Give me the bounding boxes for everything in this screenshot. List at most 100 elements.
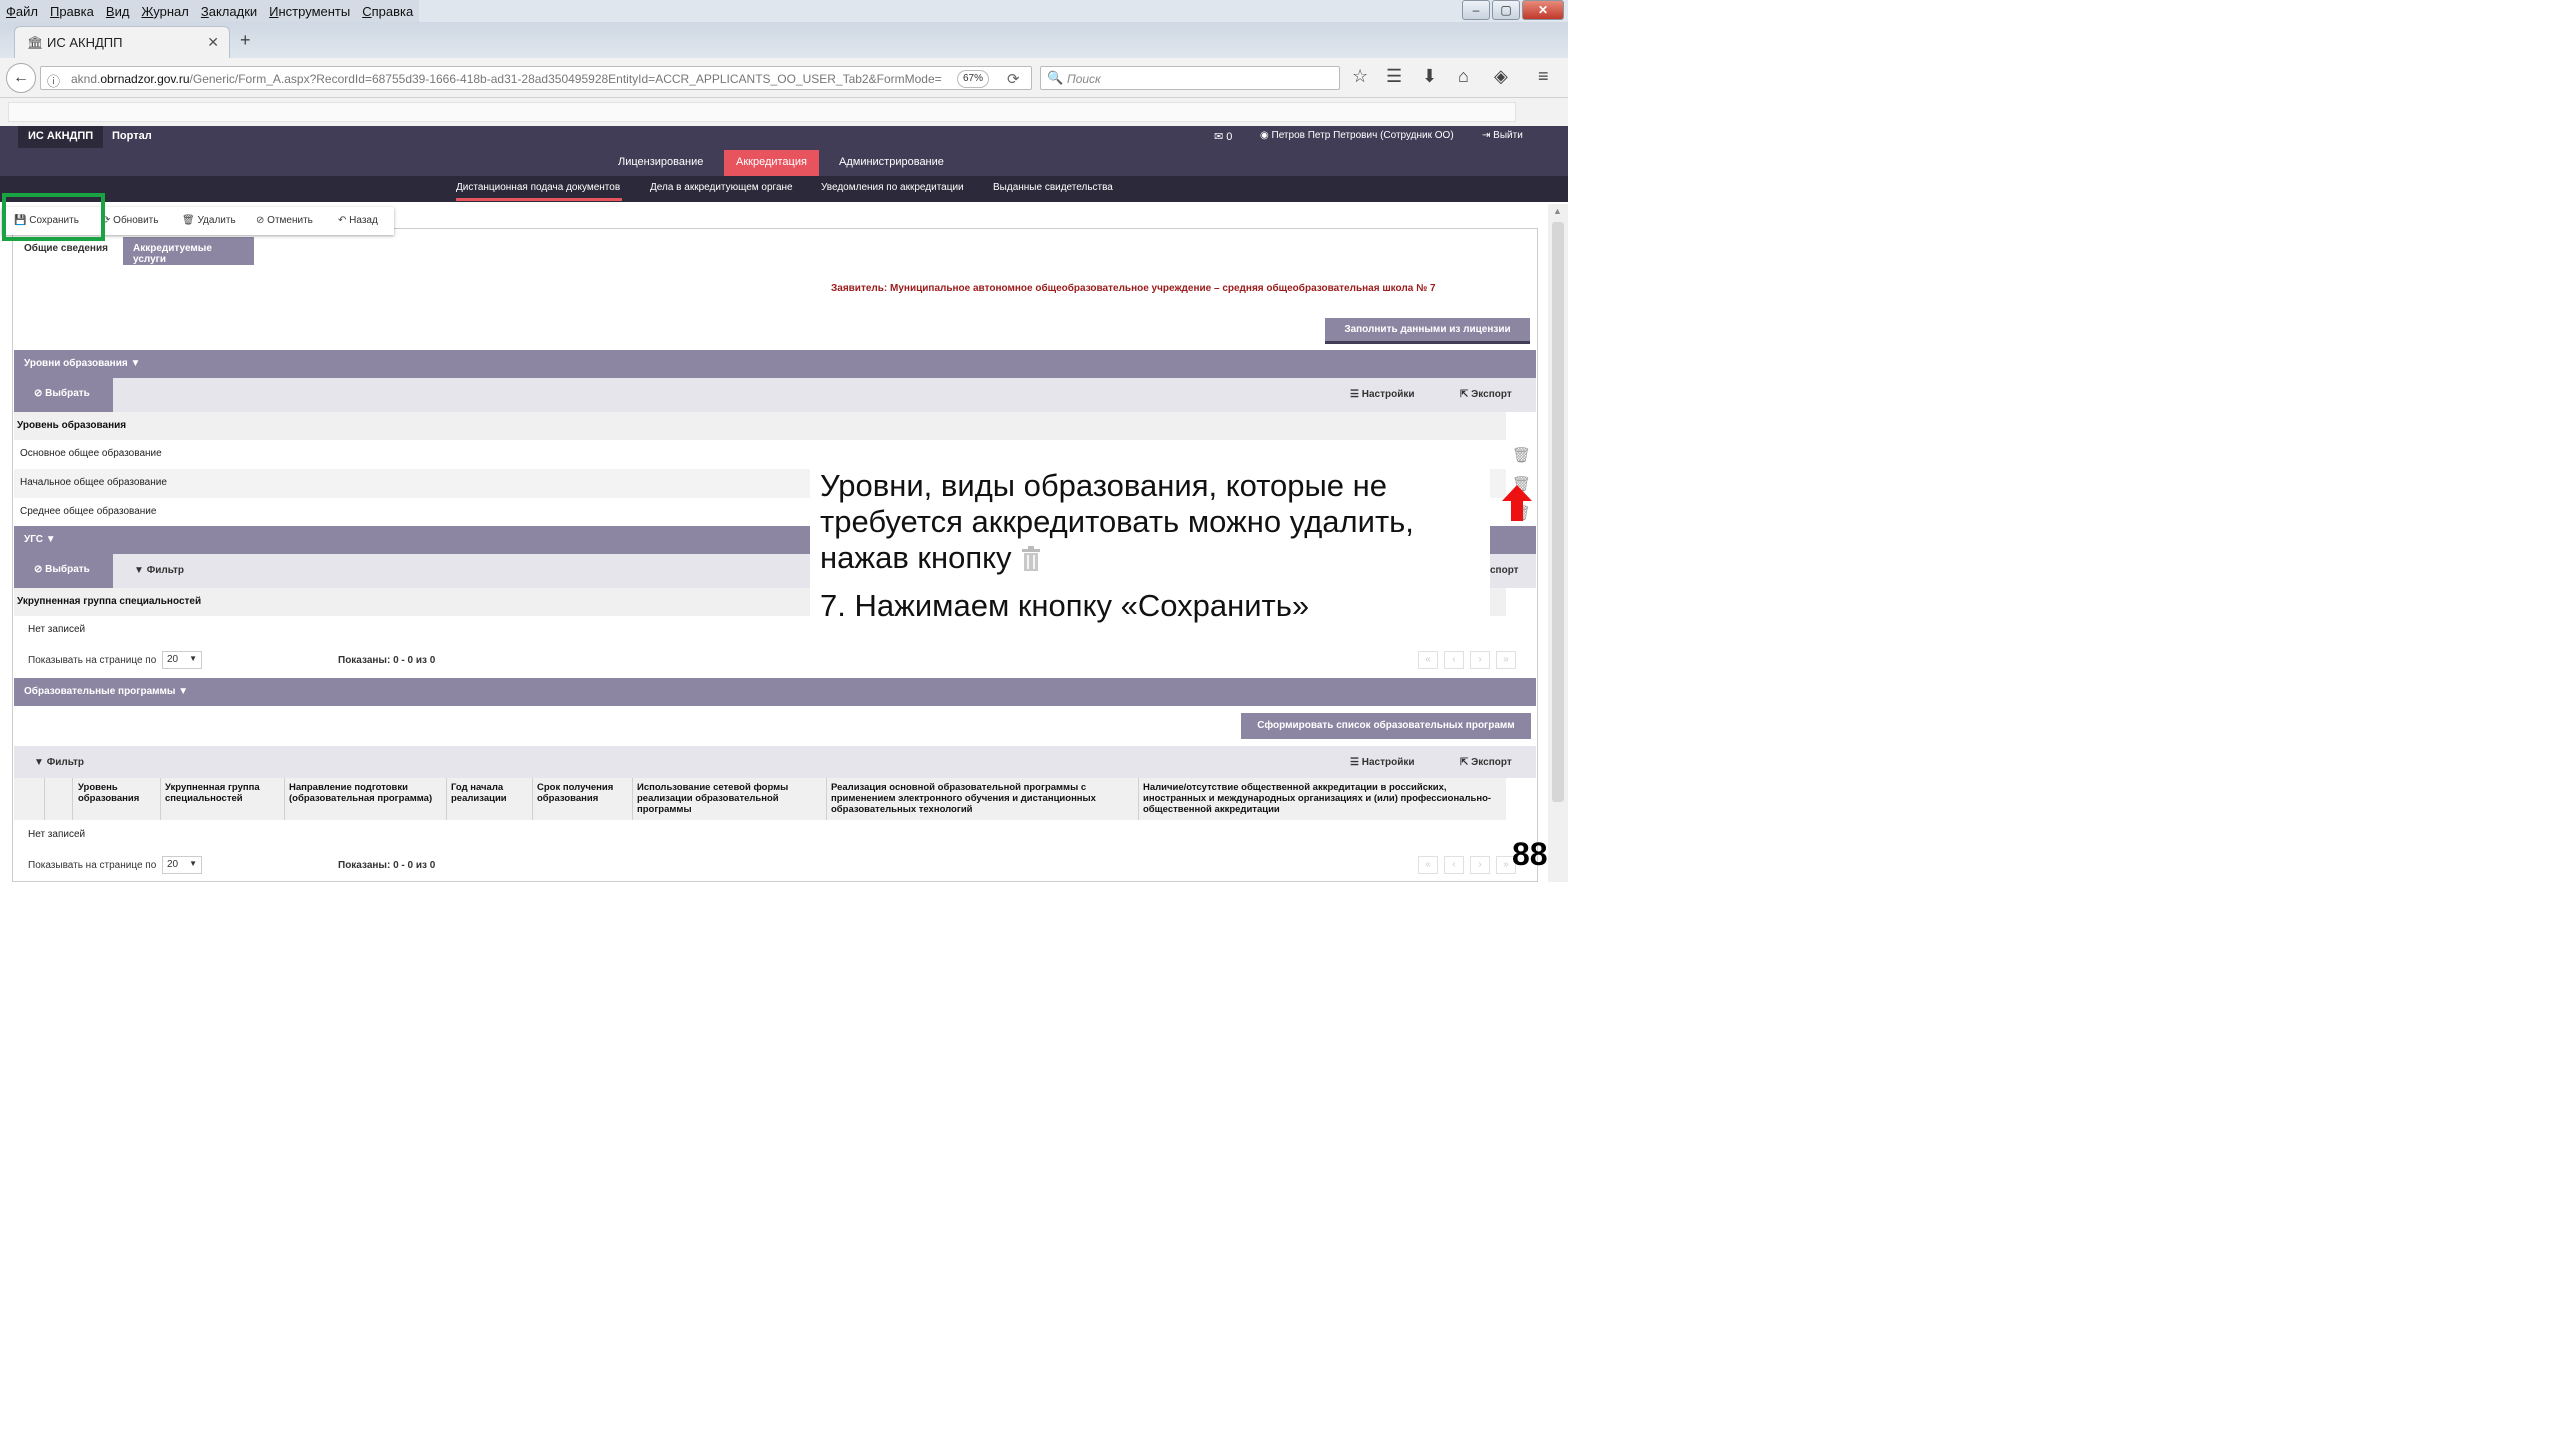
save-highlight-box [2, 193, 105, 241]
per-page-value: 20 [167, 859, 179, 870]
download-icon[interactable]: ⬇ [1422, 66, 1437, 87]
menu-view[interactable]: Вид [100, 0, 136, 19]
brand-logo[interactable]: ИС АКНДПП [18, 126, 104, 148]
zoom-indicator[interactable]: 67% [957, 70, 989, 88]
star-icon[interactable]: ☆ [1352, 66, 1368, 87]
last-page-icon[interactable]: » [1496, 651, 1516, 669]
pager-buttons[interactable]: «‹ ›» [1412, 856, 1516, 874]
col-start-year[interactable]: Год начала реализации [451, 782, 527, 804]
search-input[interactable]: 🔍 Поиск [1040, 66, 1340, 90]
filter-icon: ▼ [34, 757, 44, 768]
site-icon: 🏛 [27, 35, 44, 50]
cancel-icon: ⊘ [256, 215, 265, 226]
browser-tab[interactable]: 🏛 ИС АКНДПП ✕ [14, 26, 230, 58]
prev-page-icon[interactable]: ‹ [1444, 856, 1464, 874]
info-icon[interactable]: ⓘ [47, 71, 60, 90]
new-tab-icon[interactable]: + [240, 30, 251, 51]
scrollbar[interactable]: ▲ [1548, 204, 1568, 882]
col-duration[interactable]: Срок получения образования [537, 782, 627, 804]
delete-label: Удалить [197, 215, 236, 226]
search-placeholder: Поиск [1067, 72, 1101, 86]
col-public-accreditation[interactable]: Наличие/отсутствие общественной аккредит… [1143, 782, 1503, 815]
per-page-select[interactable]: 20 ▼ [162, 651, 202, 669]
tab-general-info[interactable]: Общие сведения [16, 237, 116, 265]
back-label: Назад [349, 215, 378, 226]
url-bar[interactable]: ⓘ aknd.obrnadzor.gov.ru/Generic/Form_A.a… [40, 66, 1032, 90]
col-e-learning[interactable]: Реализация основной образовательной прог… [831, 782, 1133, 815]
ugs-select-button[interactable]: ⊘ Выбрать [14, 554, 113, 588]
minimize-button[interactable]: – [1462, 0, 1490, 20]
portal-link[interactable]: Портал [112, 130, 152, 142]
column-divider [1138, 778, 1139, 820]
pocket-icon[interactable]: ◈ [1494, 66, 1508, 87]
column-divider [44, 778, 45, 820]
menu-file[interactable]: Файл [0, 0, 44, 19]
levels-section-header[interactable]: Уровни образования ▼ [14, 350, 1536, 378]
col-ugs[interactable]: Укрупненная группа специальностей [165, 782, 281, 804]
ugs-filter-button[interactable]: ▼ Фильтр [134, 565, 184, 576]
shown-count: Показаны: 0 - 0 из 0 [338, 860, 436, 871]
user-menu[interactable]: ◉ Петров Петр Петрович (Сотрудник ОО) [1260, 130, 1454, 141]
levels-column-header[interactable]: Уровень образования [14, 412, 1506, 440]
tab-accredited-services[interactable]: Аккредитуемые услуги [123, 237, 254, 265]
home-icon[interactable]: ⌂ [1458, 66, 1469, 87]
callout-step: 7. Нажимаем кнопку «Сохранить» [820, 588, 1310, 623]
levels-export-button[interactable]: ⇱ Экспорт [1460, 389, 1512, 400]
programs-export-button[interactable]: ⇱ Экспорт [1460, 757, 1512, 768]
menu-edit[interactable]: Правка [44, 0, 100, 19]
levels-export-label: Экспорт [1471, 389, 1512, 400]
select-arrow-icon: ▼ [189, 654, 197, 663]
reload-icon[interactable]: ⟳ [1007, 70, 1020, 88]
programs-filter-button[interactable]: ▼ Фильтр [34, 757, 84, 768]
delete-button[interactable]: 🗑 Удалить [182, 215, 236, 226]
fill-from-license-button[interactable]: Заполнить данными из лицензии [1325, 318, 1530, 344]
subnav-remote-submission[interactable]: Дистанционная подача документов [456, 182, 620, 193]
pager-buttons[interactable]: « ‹ › » [1412, 651, 1516, 669]
logout-link[interactable]: ⇥ Выйти [1482, 130, 1523, 141]
subnav-cases[interactable]: Дела в аккредитующем органе [650, 182, 793, 193]
export-icon: ⇱ [1460, 757, 1469, 768]
column-divider [632, 778, 633, 820]
programs-title: Образовательные программы [24, 686, 176, 697]
hamburger-menu-icon[interactable]: ≡ [1538, 66, 1549, 87]
col-network-form[interactable]: Использование сетевой формы реализации о… [637, 782, 823, 815]
refresh-button[interactable]: ⟳ Обновить [102, 215, 158, 226]
next-page-icon[interactable]: › [1470, 856, 1490, 874]
close-window-button[interactable]: ✕ [1522, 0, 1564, 20]
back-arrow-icon[interactable]: ← [6, 63, 36, 93]
ugs-export-button[interactable]: спорт [1490, 565, 1519, 576]
col-level[interactable]: Уровень образования [78, 782, 154, 804]
back-button[interactable]: ↶ Назад [338, 215, 378, 226]
col-direction[interactable]: Направление подготовки (образовательная … [289, 782, 441, 804]
column-divider [826, 778, 827, 820]
subnav-certificates[interactable]: Выданные свидетельства [993, 182, 1113, 193]
form-program-list-button[interactable]: Сформировать список образовательных прог… [1241, 713, 1531, 739]
cancel-button[interactable]: ⊘ Отменить [256, 215, 313, 226]
reading-list-icon[interactable]: ☰ [1386, 66, 1402, 87]
menu-bookmarks[interactable]: Закладки [195, 0, 263, 19]
close-tab-icon[interactable]: ✕ [207, 34, 219, 51]
menu-history[interactable]: Журнал [135, 0, 194, 19]
bookmarks-bar [0, 98, 1568, 126]
subnav-notifications[interactable]: Уведомления по аккредитации [821, 182, 964, 193]
nav-accreditation[interactable]: Аккредитация [724, 150, 819, 176]
first-page-icon[interactable]: « [1418, 651, 1438, 669]
menu-tools[interactable]: Инструменты [263, 0, 356, 19]
levels-settings-button[interactable]: ☰ Настройки [1350, 389, 1415, 400]
first-page-icon[interactable]: « [1418, 856, 1438, 874]
levels-select-button[interactable]: ⊘ Выбрать [14, 378, 113, 412]
programs-settings-button[interactable]: ☰ Настройки [1350, 757, 1415, 768]
nav-licensing[interactable]: Лицензирование [606, 150, 715, 176]
nav-administration[interactable]: Администрирование [827, 150, 956, 176]
row-trash-icon[interactable]: 🗑 [1512, 446, 1531, 464]
programs-section-header[interactable]: Образовательные программы ▼ [14, 678, 1536, 706]
mail-indicator[interactable]: ✉ 0 [1214, 130, 1232, 143]
column-divider [284, 778, 285, 820]
prev-page-icon[interactable]: ‹ [1444, 651, 1464, 669]
next-page-icon[interactable]: › [1470, 651, 1490, 669]
caret-down-icon: ▼ [45, 534, 56, 545]
column-divider [446, 778, 447, 820]
menu-help[interactable]: Справка [356, 0, 419, 19]
maximize-button[interactable]: ▢ [1492, 0, 1520, 20]
per-page-select[interactable]: 20 ▼ [162, 856, 202, 874]
